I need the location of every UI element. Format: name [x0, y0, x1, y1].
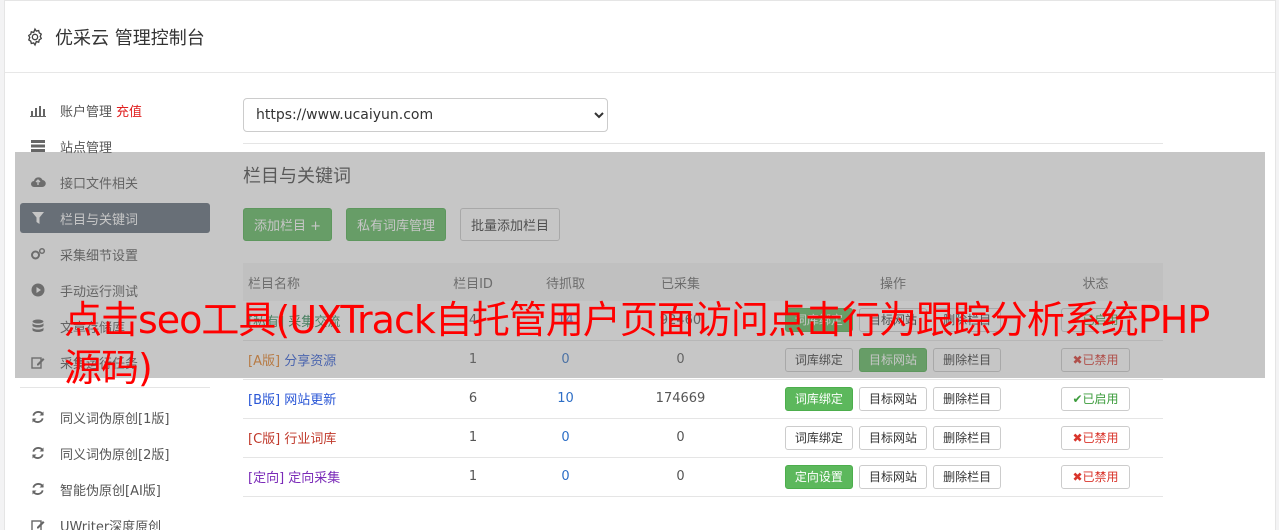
row-prefix: [C版] — [248, 432, 281, 447]
target-site-button[interactable]: 目标网站 — [858, 425, 927, 450]
delete-column-button[interactable]: 删除栏目 — [933, 464, 1002, 489]
refresh-icon — [30, 481, 46, 497]
sidebar-item-uwriter[interactable]: UWriter深度原创 — [20, 510, 210, 530]
watermark-text: 点击seo工具(UXTrack自托管用户页面访问点击行为跟踪分析系统PHP源码) — [64, 298, 1210, 390]
main-divider — [243, 143, 1163, 144]
pending-count[interactable]: 0 — [528, 418, 603, 457]
target-site-button[interactable]: 目标网站 — [858, 464, 927, 489]
edit-icon — [30, 517, 46, 530]
close-icon: ✖ — [1072, 469, 1083, 484]
collected-count: 0 — [676, 469, 685, 484]
refresh-icon — [30, 445, 46, 461]
close-icon: ✖ — [1072, 430, 1083, 445]
row-name[interactable]: 行业词库 — [284, 432, 336, 447]
sidebar-item-label: 账户管理 — [60, 104, 113, 120]
row-prefix: [B版] — [248, 393, 281, 408]
sidebar-item-label: 同义词伪原创[2版] — [60, 447, 170, 463]
gear-icon — [27, 27, 43, 46]
status-badge[interactable]: ✖已禁用 — [1061, 464, 1130, 489]
row-actions: 定向设置 目标网站 删除栏目 — [758, 457, 1028, 496]
column-id: 1 — [468, 469, 478, 484]
site-select[interactable]: https://www.ucaiyun.com — [243, 98, 608, 132]
status-badge[interactable]: ✖已禁用 — [1061, 425, 1130, 450]
row-name[interactable]: 网站更新 — [284, 393, 336, 408]
table-row: [C版] 行业词库 1 0 0 词库绑定 目标网站 删除栏目 ✖已禁用 — [243, 418, 1163, 457]
sidebar-item-label: 同义词伪原创[1版] — [60, 411, 170, 427]
row-prefix: [定向] — [248, 471, 285, 486]
bar-chart-icon — [30, 102, 46, 118]
row-status: ✖已禁用 — [1028, 457, 1163, 496]
refresh-icon — [30, 409, 46, 425]
target-settings-button[interactable]: 定向设置 — [784, 464, 853, 489]
pending-count[interactable]: 0 — [528, 457, 603, 496]
check-icon: ✔ — [1072, 391, 1083, 406]
bind-lib-button[interactable]: 词库绑定 — [784, 425, 853, 450]
sidebar-item-ai-rewrite[interactable]: 智能伪原创[AI版] — [20, 474, 210, 504]
table-row: [定向] 定向采集 1 0 0 定向设置 目标网站 删除栏目 ✖已禁用 — [243, 457, 1163, 496]
delete-column-button[interactable]: 删除栏目 — [933, 425, 1002, 450]
sidebar-item-label: UWriter深度原创 — [60, 519, 162, 530]
sidebar-item-synonym-v2[interactable]: 同义词伪原创[2版] — [20, 438, 210, 468]
sidebar-item-account[interactable]: 账户管理 充值 — [20, 95, 210, 125]
collected-count: 0 — [676, 430, 685, 445]
row-status: ✖已禁用 — [1028, 418, 1163, 457]
sidebar-item-label: 智能伪原创[AI版] — [60, 483, 161, 499]
column-name[interactable]: [C版] 行业词库 — [243, 418, 418, 457]
row-name[interactable]: 定向采集 — [288, 471, 340, 486]
status-label: 已启用 — [1082, 391, 1119, 406]
row-actions: 词库绑定 目标网站 删除栏目 — [758, 418, 1028, 457]
app-header: 优采云 管理控制台 — [5, 1, 1275, 73]
column-id: 1 — [468, 430, 478, 445]
column-name[interactable]: [定向] 定向采集 — [243, 457, 418, 496]
page-title: 优采云 管理控制台 — [55, 27, 205, 49]
sidebar-item-synonym-v1[interactable]: 同义词伪原创[1版] — [20, 402, 210, 432]
status-label: 已禁用 — [1082, 430, 1119, 445]
status-label: 已禁用 — [1082, 469, 1119, 484]
recharge-link[interactable]: 充值 — [116, 101, 142, 120]
